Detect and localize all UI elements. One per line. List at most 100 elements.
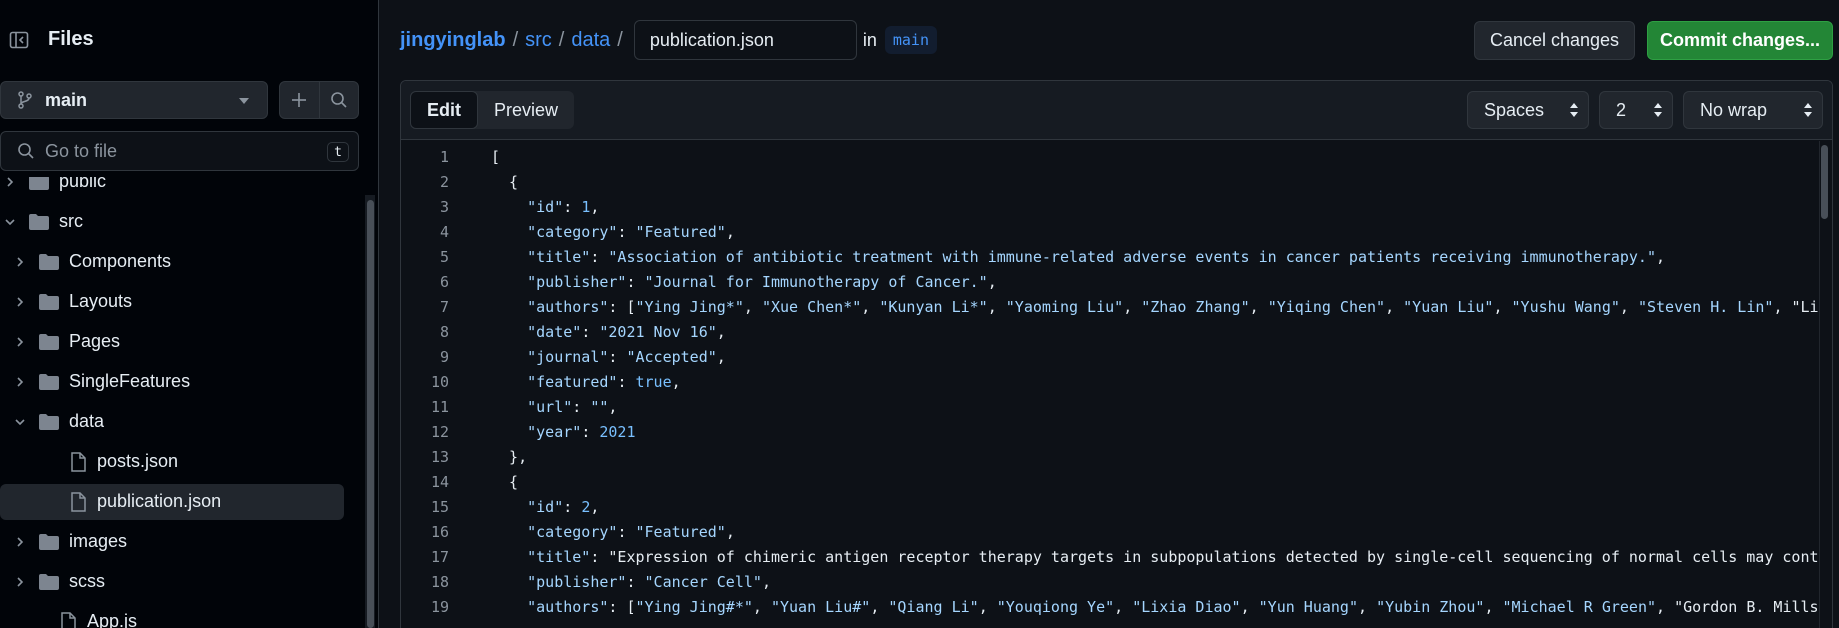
code-content[interactable]: 1[2 {3 "id": 1, 4 "category": "Featured",… — [401, 141, 1832, 628]
code-text: { — [491, 173, 519, 191]
folder-open-icon — [28, 213, 50, 231]
chevron-right-icon[interactable] — [14, 576, 26, 588]
code-text: }, — [491, 448, 528, 466]
code-text: "year": 2021 — [527, 423, 636, 441]
code-line: 18 "publisher": "Cancer Cell", — [401, 570, 1832, 595]
search-files-button[interactable] — [318, 82, 358, 118]
code-line: 13 }, — [401, 445, 1832, 470]
tree-folder[interactable]: Pages — [0, 324, 344, 360]
tree-folder[interactable]: images — [0, 524, 344, 560]
keyboard-shortcut-hint: t — [327, 142, 349, 162]
line-number: 12 — [430, 423, 449, 441]
breadcrumb-separator: / — [617, 28, 623, 51]
code-text: "journal": "Accepted", — [527, 348, 726, 366]
tree-item-label: SingleFeatures — [69, 371, 191, 391]
chevron-right-icon[interactable] — [14, 536, 26, 548]
folder-icon — [38, 573, 60, 591]
folder-icon — [28, 177, 50, 191]
code-text: "publisher": "Journal for Immunotherapy … — [527, 273, 997, 291]
line-number: 16 — [430, 523, 449, 541]
code-text: "url": "", — [527, 398, 618, 416]
line-number: 9 — [439, 348, 449, 366]
filename-input[interactable]: publication.json — [633, 20, 857, 60]
tree-item-label: Pages — [69, 331, 121, 351]
branch-badge: main — [884, 26, 937, 54]
code-text: "date": "2021 Nov 16", — [527, 323, 726, 341]
line-number: 6 — [439, 273, 449, 291]
indent-size-value: 2 — [1616, 99, 1627, 120]
file-tree-sidebar: Files main Go to file t public src Compone… — [0, 0, 379, 628]
tree-item-label: Components — [69, 251, 172, 271]
chevron-down-icon[interactable] — [4, 216, 16, 228]
sidebar-title: Files — [48, 28, 94, 50]
tree-file[interactable]: posts.json — [0, 444, 344, 480]
tree-folder[interactable]: Layouts — [0, 284, 344, 320]
chevron-right-icon[interactable] — [14, 376, 26, 388]
sidebar-collapse-icon — [9, 31, 29, 49]
chevron-right-icon[interactable] — [14, 296, 26, 308]
go-to-file-input[interactable]: Go to file t — [0, 131, 359, 171]
file-icon — [70, 452, 92, 472]
breadcrumb-repo-link[interactable]: jingyinglab — [400, 29, 506, 52]
code-line: 15 "id": 2, — [401, 495, 1832, 520]
line-number: 19 — [430, 598, 449, 616]
collapse-sidebar-button[interactable] — [4, 23, 34, 57]
tab-edit[interactable]: Edit — [410, 91, 478, 129]
code-line: 9 "journal": "Accepted", — [401, 345, 1832, 370]
indent-size-select[interactable]: 2 — [1599, 91, 1673, 129]
in-label: in — [862, 29, 877, 50]
line-number: 15 — [430, 498, 449, 516]
chevron-right-icon[interactable] — [4, 177, 16, 188]
git-branch-icon — [18, 91, 32, 109]
add-file-button[interactable] — [280, 82, 319, 118]
code-text: "id": 2, — [527, 498, 600, 516]
tree-file[interactable]: publication.json — [0, 484, 344, 520]
breadcrumb-separator: / — [558, 28, 565, 51]
indent-mode-select[interactable]: Spaces — [1467, 91, 1589, 129]
select-arrows-icon — [1804, 103, 1812, 117]
code-text: "category": "Featured", — [527, 523, 735, 541]
wrap-mode-select[interactable]: No wrap — [1683, 91, 1823, 129]
code-text: "publisher": "Cancer Cell", — [527, 573, 771, 591]
tree-folder[interactable]: scss — [0, 564, 344, 600]
breadcrumb-separator: / — [512, 28, 519, 51]
select-arrows-icon — [1654, 103, 1662, 117]
line-number: 7 — [439, 298, 449, 316]
file-icon — [60, 612, 82, 628]
breadcrumb-src-link[interactable]: src — [525, 29, 552, 52]
breadcrumb-data-link[interactable]: data — [571, 29, 610, 52]
chevron-down-icon[interactable] — [14, 416, 26, 428]
chevron-right-icon[interactable] — [14, 336, 26, 348]
editor-scroll-thumb[interactable] — [1821, 145, 1828, 219]
tab-preview[interactable]: Preview — [478, 91, 574, 129]
line-number: 5 — [439, 248, 449, 266]
folder-icon — [38, 293, 60, 311]
code-line: 12 "year": 2021 — [401, 420, 1832, 445]
code-line: 10 "featured": true, — [401, 370, 1832, 395]
code-text: "id": 1, — [527, 198, 600, 216]
tree-file[interactable]: App.js — [0, 604, 344, 628]
editor-tabs: Edit Preview — [410, 91, 575, 129]
sidebar-scroll-thumb[interactable] — [367, 200, 374, 628]
code-text: { — [491, 473, 519, 491]
code-line: 17 "title": "Expression of chimeric anti… — [401, 545, 1832, 570]
chevron-right-icon[interactable] — [14, 256, 26, 268]
file-tree: public src Components Layouts Pages SingleFea… — [0, 177, 360, 628]
tree-folder[interactable]: SingleFeatures — [0, 364, 344, 400]
chevron-down-icon — [239, 98, 249, 104]
line-number: 10 — [430, 373, 449, 391]
commit-changes-button[interactable]: Commit changes... — [1647, 21, 1833, 60]
code-line: 1[ — [401, 145, 1832, 170]
tree-item-label: public — [59, 177, 107, 191]
tree-folder[interactable]: data — [0, 404, 344, 440]
folder-open-icon — [38, 413, 60, 431]
cancel-changes-button[interactable]: Cancel changes — [1474, 21, 1635, 60]
line-number: 11 — [430, 398, 449, 416]
branch-selector[interactable]: main — [0, 81, 268, 119]
line-number: 18 — [430, 573, 449, 591]
tree-folder[interactable]: Components — [0, 244, 344, 280]
tree-item-label: src — [59, 211, 83, 231]
tree-folder[interactable]: src — [0, 204, 344, 240]
tree-folder[interactable]: public — [0, 177, 344, 200]
line-number: 3 — [439, 198, 449, 216]
